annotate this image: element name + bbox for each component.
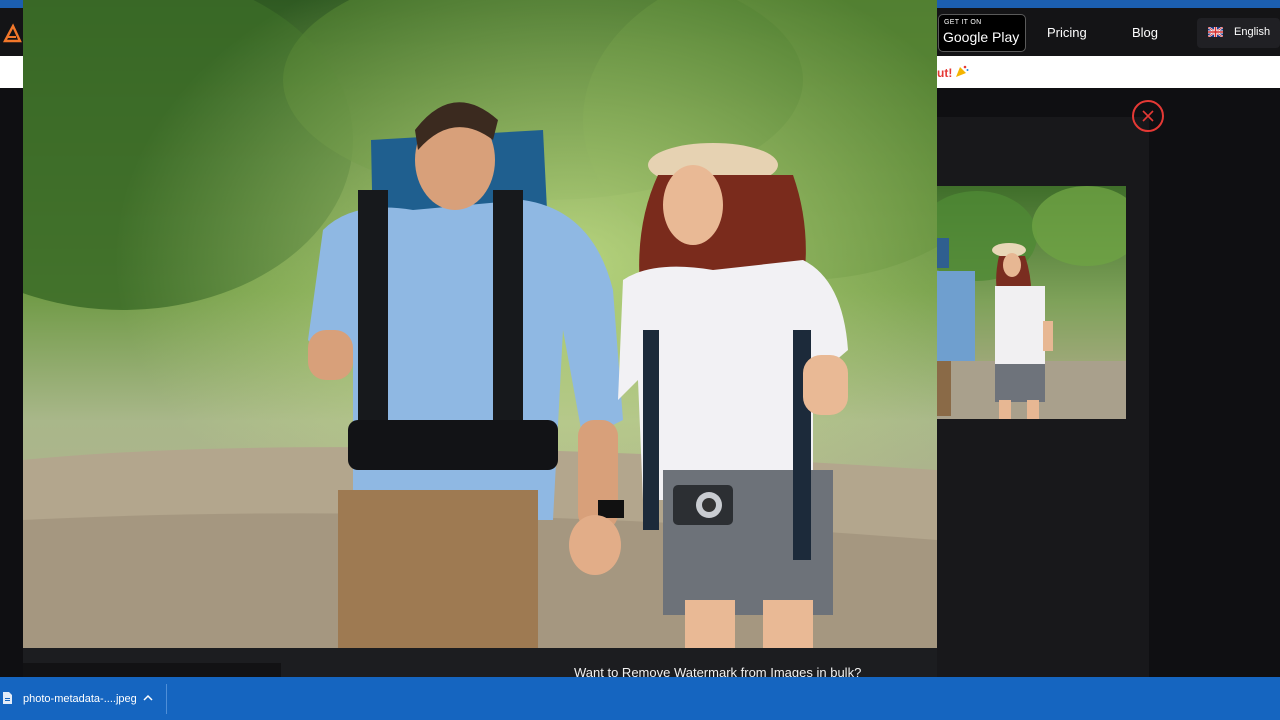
party-icon bbox=[956, 65, 969, 77]
thumbnail-preview[interactable] bbox=[937, 186, 1126, 419]
main-image-preview[interactable] bbox=[23, 0, 937, 648]
download-separator bbox=[166, 684, 167, 714]
close-icon bbox=[1142, 110, 1154, 122]
language-selector[interactable]: English bbox=[1197, 18, 1280, 48]
google-play-label: Google Play bbox=[943, 29, 1020, 45]
download-shelf bbox=[0, 677, 1280, 720]
google-play-button[interactable]: GET IT ON Google Play bbox=[938, 14, 1026, 52]
chevron-up-icon[interactable] bbox=[143, 694, 153, 702]
banner-text: ut! bbox=[937, 66, 953, 80]
logo-icon[interactable] bbox=[2, 22, 22, 44]
google-play-small-label: GET IT ON bbox=[944, 19, 982, 26]
language-label: English bbox=[1234, 26, 1271, 38]
close-button[interactable] bbox=[1132, 100, 1164, 132]
download-filename[interactable]: photo-metadata-....jpeg bbox=[23, 693, 137, 705]
file-icon bbox=[3, 692, 12, 704]
cta-progress-segment bbox=[23, 663, 281, 677]
nav-pricing[interactable]: Pricing bbox=[1047, 25, 1087, 40]
uk-flag-icon bbox=[1208, 27, 1223, 37]
nav-blog[interactable]: Blog bbox=[1132, 25, 1158, 40]
